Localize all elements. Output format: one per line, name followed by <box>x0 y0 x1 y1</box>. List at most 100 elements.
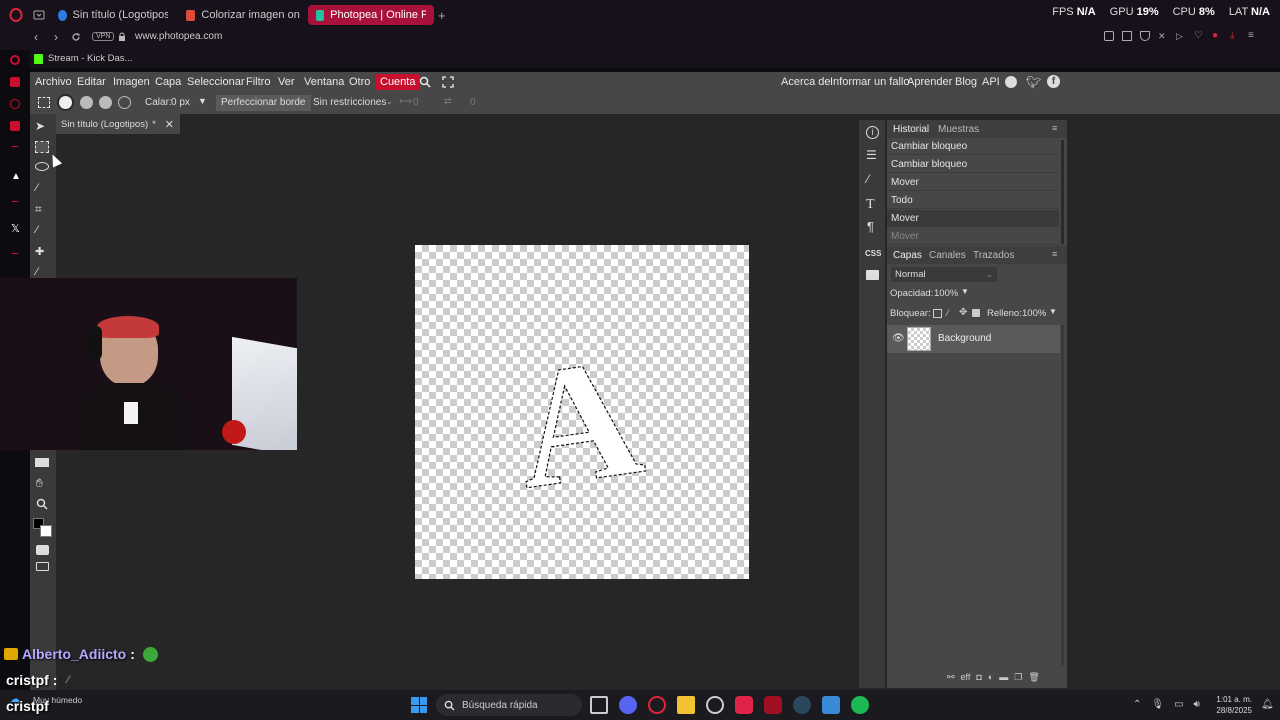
app-icon[interactable] <box>822 696 840 714</box>
menu-imagen[interactable]: Imagen <box>113 72 150 92</box>
adjustments-icon[interactable]: ☰ <box>866 148 877 162</box>
fullscreen-icon[interactable] <box>441 75 455 89</box>
chat-username[interactable]: Alberto_Adiicto <box>22 646 126 662</box>
close-icon[interactable]: ✕ <box>165 118 174 131</box>
hand-tool-icon[interactable]: ✋︎ <box>36 476 43 491</box>
account-button[interactable]: Cuenta <box>376 74 420 90</box>
new-tab-button[interactable]: + <box>438 8 446 23</box>
history-item-current[interactable]: Mover <box>887 210 1059 227</box>
link-informar-fallo[interactable]: Informar un fallo <box>830 72 909 92</box>
layers-scrollbar[interactable] <box>1061 325 1064 665</box>
css-icon[interactable]: CSS <box>865 249 881 258</box>
eye-icon[interactable]: 👁︎ <box>892 333 905 344</box>
menu-otro[interactable]: Otro <box>349 72 370 92</box>
menu-filtro[interactable]: Filtro <box>246 72 270 92</box>
height-input[interactable]: 0 <box>470 97 476 108</box>
chat-username[interactable]: cristpf <box>6 672 49 688</box>
history-item-undone[interactable]: Mover <box>887 228 1059 245</box>
link-api[interactable]: API <box>982 72 1000 92</box>
menu-icon[interactable]: ≡ <box>1248 31 1258 41</box>
menu-ver[interactable]: Ver <box>278 72 295 92</box>
move-tool-icon[interactable]: ➤ <box>35 119 45 133</box>
menu-ventana[interactable]: Ventana <box>304 72 344 92</box>
back-icon[interactable]: ‹ <box>34 30 38 44</box>
reddit-icon[interactable] <box>1005 76 1017 88</box>
adjustment-layer-icon[interactable]: ◐ <box>988 672 993 683</box>
constraint-select[interactable]: Sin restricciones <box>313 97 386 108</box>
tab-photopea[interactable]: Photopea | Online Photo E <box>308 5 434 25</box>
tab-muestras[interactable]: Muestras <box>938 124 979 135</box>
quick-mask-icon[interactable] <box>36 545 49 555</box>
address-bar[interactable]: www.photopea.com <box>135 31 222 42</box>
sidebar-icon-2[interactable] <box>10 77 20 87</box>
eyedropper-tool-icon[interactable]: ⁄ <box>36 224 38 236</box>
chevron-up-icon[interactable]: ⌃ <box>1133 699 1141 710</box>
forward-icon[interactable]: › <box>54 30 58 44</box>
opera-logo-icon[interactable] <box>8 7 24 23</box>
document-canvas[interactable]: A <box>415 245 749 579</box>
shield-icon[interactable] <box>1140 31 1150 41</box>
download-icon[interactable]: ⤓ <box>1230 31 1240 41</box>
healing-tool-icon[interactable]: ✚ <box>35 245 44 258</box>
link-blog[interactable]: Blog <box>955 72 977 92</box>
feather-dropdown-icon[interactable]: ▼ <box>198 96 207 106</box>
menu-seleccionar[interactable]: Seleccionar <box>187 72 244 92</box>
fill-dropdown-icon[interactable]: ▼ <box>1049 307 1057 316</box>
refine-edge-button[interactable]: Perfeccionar borde <box>216 95 311 111</box>
tab-logotipos[interactable]: Sin título (Logotipos) - Lo <box>50 5 176 25</box>
profile-icon[interactable]: ● <box>1212 31 1222 41</box>
document-tab[interactable]: Sin título (Logotipos) * ✕ <box>56 114 180 134</box>
crop-icon[interactable] <box>1122 31 1132 41</box>
opacity-dropdown-icon[interactable]: ▼ <box>961 287 969 296</box>
steam-icon[interactable] <box>793 696 811 714</box>
vpn-badge[interactable]: VPN <box>92 32 115 41</box>
fill-input[interactable]: 100% <box>1022 308 1046 319</box>
reload-icon[interactable] <box>70 31 82 43</box>
marquee-tool-icon[interactable] <box>38 97 50 108</box>
bookmark-stream[interactable]: Stream - Kick Das... <box>48 53 132 64</box>
blend-mode-select[interactable]: Normal ⌄ <box>891 267 997 282</box>
tab-menu-icon[interactable] <box>32 8 46 22</box>
x-twitter-icon[interactable]: 𝕏 <box>11 222 20 235</box>
width-input[interactable]: 0 <box>413 97 419 108</box>
file-explorer-icon[interactable] <box>677 696 695 714</box>
delete-layer-icon[interactable]: 🗑︎ <box>1028 672 1039 683</box>
crop-tool-icon[interactable]: ⌗ <box>35 202 42 217</box>
opacity-input[interactable]: 100% <box>934 288 958 299</box>
link-layers-icon[interactable]: ⚯ <box>947 672 955 683</box>
notifications-icon[interactable]: 🔔︎ <box>1261 699 1274 710</box>
intersect-selection-icon[interactable] <box>118 96 131 109</box>
history-item[interactable]: Cambiar bloqueo <box>887 156 1059 173</box>
heart-icon[interactable]: ♡ <box>1194 31 1204 41</box>
tab-colorizar[interactable]: Colorizar imagen online <box>178 5 308 25</box>
link-acerca-de[interactable]: Acerca de <box>781 72 831 92</box>
panel-menu-icon[interactable]: ≡ <box>1052 123 1057 133</box>
background-color[interactable] <box>40 525 52 537</box>
mask-icon[interactable]: ◘ <box>976 672 981 683</box>
history-item[interactable]: Cambiar bloqueo <box>887 138 1059 155</box>
zoom-tool-icon[interactable] <box>36 498 48 510</box>
sidebar-icon-3[interactable] <box>10 99 20 109</box>
search-icon[interactable] <box>418 75 432 89</box>
tab-canales[interactable]: Canales <box>929 250 966 261</box>
shape-tool-icon[interactable] <box>35 458 49 467</box>
character-icon[interactable]: T <box>866 197 875 213</box>
translate-icon[interactable]: ✕ <box>1158 31 1168 41</box>
history-scrollbar[interactable] <box>1061 140 1064 244</box>
new-selection-icon[interactable] <box>59 96 72 109</box>
snapshot-icon[interactable] <box>1104 31 1114 41</box>
tab-trazados[interactable]: Trazados <box>973 250 1014 261</box>
twitter-icon[interactable]: 🐦︎ <box>1026 75 1041 89</box>
link-aprender[interactable]: Aprender <box>907 72 952 92</box>
history-item[interactable]: Mover <box>887 174 1059 191</box>
discord-icon[interactable] <box>619 696 637 714</box>
sidebar-icon-4[interactable] <box>10 121 20 131</box>
menu-archivo[interactable]: Archivo <box>35 72 72 92</box>
microphone-icon[interactable]: 🎙︎ <box>1151 699 1164 710</box>
app-icon[interactable] <box>764 696 782 714</box>
magic-wand-tool-icon[interactable]: ⁄ <box>36 182 38 194</box>
add-selection-icon[interactable] <box>80 96 93 109</box>
task-view-icon[interactable] <box>590 696 608 714</box>
new-layer-icon[interactable]: ❐ <box>1014 672 1022 683</box>
tab-capas[interactable]: Capas <box>893 250 922 261</box>
